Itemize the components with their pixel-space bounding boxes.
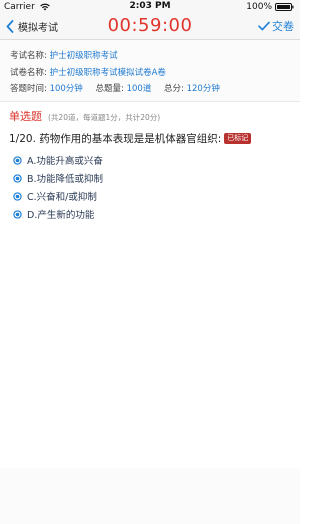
- back-label: 模拟考试: [18, 22, 58, 34]
- bottom-area: [0, 468, 300, 524]
- question-text: 药物作用的基本表现是是机体器官组织:: [39, 133, 222, 145]
- exam-name-row: 考试名称: 护士初级职称考试: [10, 49, 118, 61]
- answer-time-stat: 答题时间: 100分钟: [10, 82, 83, 94]
- answer-time-value: 100分钟: [49, 84, 83, 94]
- question-stem: 1/20. 药物作用的基本表现是是机体器官组织: 已标记: [9, 131, 294, 146]
- option-c[interactable]: C.兴奋和/或抑制: [13, 187, 103, 205]
- paper-name-label: 试卷名称:: [10, 68, 47, 78]
- nav-bar: 模拟考试 00:59:00 交卷: [0, 14, 300, 40]
- status-bar: Carrier 2:03 PM 100%: [0, 0, 300, 14]
- question-count-value: 100道: [126, 84, 152, 94]
- exam-name-label: 考试名称:: [10, 51, 47, 61]
- option-a-label: A.功能升高或兴奋: [27, 156, 103, 167]
- battery-percent: 100%: [246, 2, 272, 12]
- option-d-label: D.产生新的功能: [27, 210, 95, 221]
- option-a[interactable]: A.功能升高或兴奋: [13, 151, 103, 169]
- question-number: 1/20.: [9, 133, 36, 145]
- option-b-label: B.功能降低或抑制: [27, 174, 104, 185]
- radio-icon: [13, 191, 22, 201]
- back-button[interactable]: 模拟考试: [6, 17, 58, 35]
- battery-icon: [275, 3, 294, 11]
- answer-options: A.功能升高或兴奋 B.功能降低或抑制 C.兴奋和/或抑制 D.产生新的功能: [13, 151, 103, 223]
- exam-name-value: 护士初级职称考试: [49, 51, 118, 61]
- option-d[interactable]: D.产生新的功能: [13, 205, 103, 223]
- section-header: 单选题 (共20道，每道题1分，共计20分): [9, 108, 160, 124]
- check-icon: [258, 21, 270, 31]
- paper-name-value: 护士初级职称考试模拟试卷A卷: [49, 68, 166, 78]
- radio-icon: [13, 173, 22, 183]
- radio-icon: [13, 209, 22, 219]
- marked-badge[interactable]: 已标记: [224, 133, 252, 144]
- chevron-left-icon: [6, 19, 14, 33]
- exam-screen: Carrier 2:03 PM 100% 模拟考试 00:59:00 交卷 考试…: [0, 0, 300, 524]
- exam-stats-row: 答题时间: 100分钟 总题量: 100道 总分: 120分钟: [10, 82, 220, 94]
- total-score-label: 总分:: [164, 84, 184, 94]
- answer-time-label: 答题时间:: [10, 84, 47, 94]
- question-count-stat: 总题量: 100道: [96, 82, 152, 94]
- submit-button[interactable]: 交卷: [258, 18, 294, 34]
- section-note: (共20道，每道题1分，共计20分): [48, 113, 161, 122]
- paper-name-row: 试卷名称: 护士初级职称考试模拟试卷A卷: [10, 66, 166, 78]
- total-score-stat: 总分: 120分钟: [164, 82, 220, 94]
- radio-icon: [13, 155, 22, 165]
- option-c-label: C.兴奋和/或抑制: [27, 192, 97, 203]
- section-title: 单选题: [9, 110, 42, 123]
- exam-info-panel: 考试名称: 护士初级职称考试 试卷名称: 护士初级职称考试模拟试卷A卷 答题时间…: [0, 40, 300, 102]
- question-count-label: 总题量:: [95, 84, 124, 94]
- option-b[interactable]: B.功能降低或抑制: [13, 169, 103, 187]
- submit-label: 交卷: [272, 20, 294, 33]
- total-score-value: 120分钟: [186, 84, 220, 94]
